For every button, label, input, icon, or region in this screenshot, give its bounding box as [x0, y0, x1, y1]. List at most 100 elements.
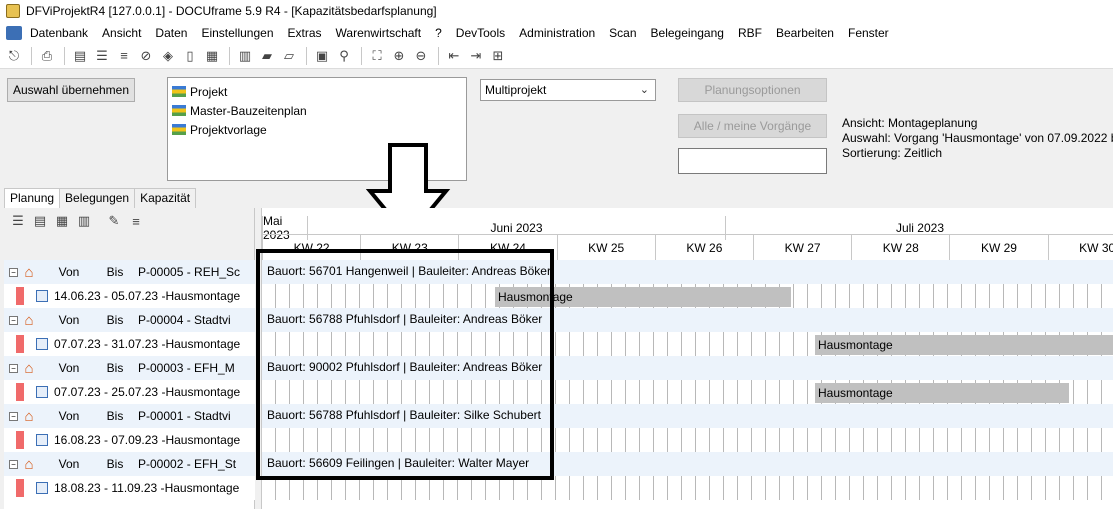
- tab-belegungen[interactable]: Belegungen: [59, 188, 136, 208]
- exit-icon[interactable]: ⎋: [4, 46, 24, 66]
- tab-strip: Planung Belegungen Kapazität: [4, 188, 197, 209]
- task-name: Hausmontage: [165, 385, 241, 399]
- tab-kapazitaet[interactable]: Kapazität: [134, 188, 197, 208]
- system-menu-icon[interactable]: [6, 25, 22, 40]
- task-row[interactable]: 18.08.23 - 11.09.23 - Hausmontage: [4, 476, 255, 500]
- folder-open-icon[interactable]: ▱: [279, 46, 299, 66]
- menu-help[interactable]: ?: [435, 26, 442, 40]
- date-von: 07.07.23: [54, 337, 101, 351]
- task-name: Hausmontage: [165, 289, 241, 303]
- project-row[interactable]: − ⌂ Von Bis P-00001 - Stadtvi: [4, 404, 255, 428]
- menu-fenster[interactable]: Fenster: [848, 26, 889, 40]
- collapse-icon[interactable]: −: [9, 459, 18, 469]
- date-range: 07.07.23 - 31.07.23 -: [54, 337, 165, 351]
- toolbar-separator: [361, 46, 362, 65]
- week-header: KW 28: [851, 234, 950, 260]
- name-separator: -: [158, 289, 166, 303]
- list-item-master-bauzeitenplan[interactable]: Master-Bauzeitenplan: [172, 101, 462, 120]
- menu-warenwirtschaft[interactable]: Warenwirtschaft: [336, 26, 422, 40]
- date-range: 16.08.23 - 07.09.23 -: [54, 433, 165, 447]
- bars-icon[interactable]: ≡: [126, 212, 146, 230]
- table-icon[interactable]: ⊞: [488, 46, 508, 66]
- task-row[interactable]: 07.07.23 - 25.07.23 - Hausmontage: [4, 380, 255, 404]
- date-range: 14.06.23 - 05.07.23 -: [54, 289, 165, 303]
- collapse-icon[interactable]: −: [9, 315, 18, 325]
- menu-devtools[interactable]: DevTools: [456, 26, 505, 40]
- mode-combo[interactable]: Multiprojekt ⌄: [480, 79, 656, 101]
- date-bis: 07.09.23: [111, 433, 159, 447]
- project-row[interactable]: − ⌂ Von Bis P-00003 - EFH_M: [4, 356, 255, 380]
- task-calendar-icon: [36, 290, 48, 302]
- list-item-projektvorlage[interactable]: Projektvorlage: [172, 120, 462, 139]
- project-row[interactable]: − ⌂ Von Bis P-00005 - REH_Sc: [4, 260, 255, 284]
- filter-button[interactable]: Alle / meine Vorgänge: [678, 114, 827, 138]
- select-button[interactable]: Auswahl übernehmen: [7, 78, 135, 102]
- nav-left-icon[interactable]: ⇤: [444, 46, 464, 66]
- edit-icon[interactable]: ✎: [104, 212, 124, 230]
- project-row[interactable]: − ⌂ Von Bis P-00004 - Stadtvi: [4, 308, 255, 332]
- task-row[interactable]: 07.07.23 - 31.07.23 - Hausmontage: [4, 332, 255, 356]
- menu-belegeingang[interactable]: Belegeingang: [651, 26, 724, 40]
- chevron-down-icon: ⌄: [639, 84, 649, 96]
- von-header: Von: [58, 409, 80, 423]
- menu-bearbeiten[interactable]: Bearbeiten: [776, 26, 834, 40]
- filter-input[interactable]: [678, 148, 827, 174]
- name-separator: -: [157, 481, 165, 495]
- phone-icon[interactable]: ▯: [180, 46, 200, 66]
- nav-right-icon[interactable]: ⇥: [466, 46, 486, 66]
- view-info-line: Ansicht: Montageplanung: [842, 116, 978, 130]
- menu-daten[interactable]: Daten: [155, 26, 187, 40]
- task-calendar-icon: [36, 434, 48, 446]
- form-icon[interactable]: ▣: [312, 46, 332, 66]
- tag-icon[interactable]: ◈: [158, 46, 178, 66]
- date-bis: 05.07.23: [111, 289, 159, 303]
- bis-header: Bis: [106, 265, 124, 279]
- menu-administration[interactable]: Administration: [519, 26, 595, 40]
- zoom-out-icon[interactable]: ⊖: [411, 46, 431, 66]
- folder-new-icon[interactable]: ▰: [257, 46, 277, 66]
- list-item-projekt[interactable]: Projekt: [172, 82, 462, 101]
- bars-icon[interactable]: ≡: [114, 46, 134, 66]
- search-icon[interactable]: ⚲: [334, 46, 354, 66]
- task-bar[interactable]: Hausmontage: [815, 335, 1113, 355]
- print-icon[interactable]: ⎙: [37, 46, 57, 66]
- clip-icon[interactable]: ⊘: [136, 46, 156, 66]
- menu-ansicht[interactable]: Ansicht: [102, 26, 141, 40]
- von-header: Von: [58, 313, 80, 327]
- table-view-icon[interactable]: ▦: [52, 212, 72, 230]
- menu-rbf[interactable]: RBF: [738, 26, 762, 40]
- collapse-icon[interactable]: −: [9, 267, 18, 277]
- task-calendar-icon: [36, 386, 48, 398]
- collapse-icon[interactable]: −: [9, 411, 18, 421]
- indent-icon[interactable]: ☰: [8, 212, 28, 230]
- project-row[interactable]: − ⌂ Von Bis P-00002 - EFH_St: [4, 452, 255, 476]
- card-icon[interactable]: ▤: [70, 46, 90, 66]
- status-marker: [16, 335, 24, 353]
- planning-options-button[interactable]: Planungsoptionen: [678, 78, 827, 102]
- week-header: KW 25: [556, 234, 655, 260]
- task-bar[interactable]: Hausmontage: [815, 383, 1069, 403]
- task-row[interactable]: 14.06.23 - 05.07.23 - Hausmontage: [4, 284, 255, 308]
- task-row[interactable]: 16.08.23 - 07.09.23 - Hausmontage: [4, 428, 255, 452]
- toolbar-separator: [31, 46, 32, 65]
- grid-view-icon[interactable]: ▥: [74, 212, 94, 230]
- toolbar-separator: [306, 46, 307, 65]
- menu-datenbank[interactable]: Datenbank: [30, 26, 88, 40]
- menu-extras[interactable]: Extras: [288, 26, 322, 40]
- zoom-in-icon[interactable]: ⊕: [389, 46, 409, 66]
- menu-scan[interactable]: Scan: [609, 26, 636, 40]
- project-icon: [172, 124, 186, 135]
- bis-header: Bis: [106, 457, 124, 471]
- grid-icon[interactable]: ▥: [235, 46, 255, 66]
- house-icon: ⌂: [24, 455, 34, 473]
- date-separator: -: [100, 385, 112, 399]
- menu-einstellungen[interactable]: Einstellungen: [201, 26, 273, 40]
- project-name: P-00004 - Stadtvi: [138, 313, 231, 327]
- fit-icon[interactable]: ⛶: [367, 46, 387, 66]
- list-icon[interactable]: ☰: [92, 46, 112, 66]
- form-view-icon[interactable]: ▤: [30, 212, 50, 230]
- tab-planung[interactable]: Planung: [4, 188, 61, 209]
- collapse-icon[interactable]: −: [9, 363, 18, 373]
- name-separator: -: [158, 337, 166, 351]
- calendar-icon[interactable]: ▦: [202, 46, 222, 66]
